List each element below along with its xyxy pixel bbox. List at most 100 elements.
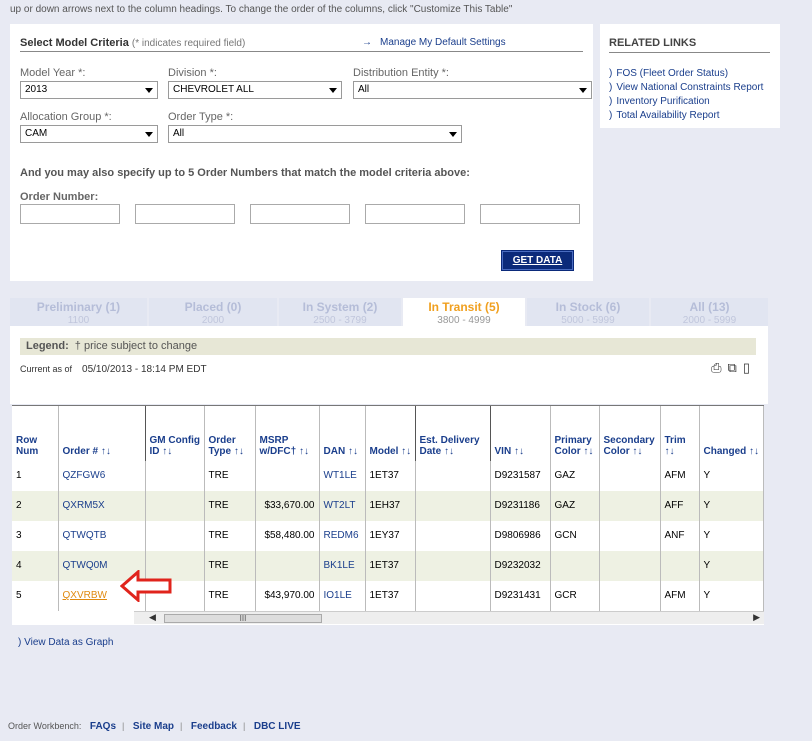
scroll-right-icon[interactable]: ▶ bbox=[753, 612, 760, 623]
cell-dan-link[interactable]: IO1LE bbox=[319, 581, 366, 611]
related-link-availability[interactable]: ) Total Availability Report bbox=[609, 109, 763, 123]
footer-link-faqs[interactable]: FAQs bbox=[90, 721, 116, 732]
scroll-thumb[interactable]: III bbox=[164, 614, 322, 623]
cell-dan-link[interactable]: WT1LE bbox=[319, 461, 366, 491]
cell-dan-link[interactable]: BK1LE bbox=[319, 551, 366, 581]
order-number-input-3[interactable] bbox=[250, 204, 350, 224]
tab-all[interactable]: All (13) 2000 - 5999 bbox=[651, 298, 768, 326]
copy-icon[interactable]: ⧉ bbox=[728, 360, 737, 375]
tab-count: (5) bbox=[485, 300, 500, 314]
cell-secondary-color bbox=[599, 581, 661, 611]
footer-link-feedback[interactable]: Feedback bbox=[191, 721, 237, 732]
cell-msrp bbox=[255, 461, 320, 491]
allocation-value: CAM bbox=[25, 128, 48, 139]
link-text[interactable]: Total Availability Report bbox=[616, 110, 719, 121]
footer: Order Workbench: FAQs | Site Map | Feedbac… bbox=[8, 721, 307, 732]
col-order-num[interactable]: Order # ↑↓ bbox=[58, 406, 146, 461]
col-secondary-color[interactable]: Secondary Color ↑↓ bbox=[599, 406, 661, 461]
footer-link-dbc-live[interactable]: DBC LIVE bbox=[254, 721, 301, 732]
print-icon[interactable]: ⎙ bbox=[711, 360, 721, 375]
col-trim[interactable]: Trim ↑↓ bbox=[660, 406, 700, 461]
dropdown-arrow-icon bbox=[145, 132, 153, 137]
division-select[interactable]: CHEVROLET ALL bbox=[168, 81, 342, 99]
cell-order-link[interactable]: QTWQTB bbox=[58, 521, 146, 551]
tab-label: Placed (0) bbox=[149, 300, 277, 314]
footer-link-site-map[interactable]: Site Map bbox=[133, 721, 174, 732]
order-number-input-4[interactable] bbox=[365, 204, 465, 224]
tab-in-stock[interactable]: In Stock (6) 5000 - 5999 bbox=[527, 298, 649, 326]
table-row: 3 QTWQTB TRE $58,480.00 REDM6 1EY37 D980… bbox=[12, 521, 764, 551]
cell-msrp: $43,970.00 bbox=[255, 581, 320, 611]
col-changed[interactable]: Changed ↑↓ bbox=[699, 406, 764, 461]
col-est-delivery[interactable]: Est. Delivery Date ↑↓ bbox=[415, 406, 491, 461]
cell-model: 1EY37 bbox=[365, 521, 416, 551]
cell-secondary-color bbox=[599, 521, 661, 551]
cell-dan-link[interactable]: WT2LT bbox=[319, 491, 366, 521]
cell-trim: AFM bbox=[660, 461, 700, 491]
tab-name: All bbox=[689, 300, 705, 314]
related-link-fos[interactable]: ) FOS (Fleet Order Status) bbox=[609, 67, 763, 81]
col-msrp[interactable]: MSRP w/DFC† ↑↓ bbox=[255, 406, 320, 461]
order-number-input-1[interactable] bbox=[20, 204, 120, 224]
cell-est-delivery bbox=[415, 551, 491, 581]
tab-range: 3800 - 4999 bbox=[437, 315, 491, 326]
cell-gm-config bbox=[145, 491, 205, 521]
related-link-purification[interactable]: ) Inventory Purification bbox=[609, 95, 763, 109]
tab-range: 2000 bbox=[201, 315, 225, 326]
divider bbox=[20, 51, 583, 52]
cell-order-link[interactable]: QXRM5X bbox=[58, 491, 146, 521]
distribution-label: Distribution Entity *: bbox=[353, 67, 449, 79]
col-row-num[interactable]: Row Num bbox=[12, 406, 59, 461]
tab-preliminary[interactable]: Preliminary (1) 1100 bbox=[10, 298, 147, 326]
allocation-select[interactable]: CAM bbox=[20, 125, 158, 143]
cell-secondary-color bbox=[599, 551, 661, 581]
manage-link-text[interactable]: Manage My Default Settings bbox=[380, 37, 506, 48]
col-model[interactable]: Model ↑↓ bbox=[365, 406, 416, 461]
tab-name: Placed bbox=[184, 300, 224, 314]
col-dan[interactable]: DAN ↑↓ bbox=[319, 406, 366, 461]
pin-icon[interactable]: ▯ bbox=[743, 360, 750, 375]
cell-trim: AFM bbox=[660, 581, 700, 611]
cell-msrp: $58,480.00 bbox=[255, 521, 320, 551]
scroll-left-icon[interactable]: ◀ bbox=[149, 612, 156, 623]
cell-gm-config bbox=[145, 521, 205, 551]
view-data-as-graph-link[interactable]: ) View Data as Graph bbox=[18, 637, 113, 648]
tab-name: In Transit bbox=[428, 300, 482, 314]
legend-text: † price subject to change bbox=[74, 340, 198, 352]
col-vin[interactable]: VIN ↑↓ bbox=[490, 406, 551, 461]
related-links-list: ) FOS (Fleet Order Status) ) View National… bbox=[609, 67, 763, 123]
tab-range: 2000 - 5999 bbox=[682, 315, 737, 326]
horizontal-scrollbar[interactable]: ◀ III ▶ bbox=[134, 611, 764, 624]
cell-primary-color: GCN bbox=[550, 521, 600, 551]
col-primary-color[interactable]: Primary Color ↑↓ bbox=[550, 406, 600, 461]
col-gm-config[interactable]: GM Config ID ↑↓ bbox=[145, 406, 205, 461]
order-number-input-5[interactable] bbox=[480, 204, 580, 224]
link-text[interactable]: View National Constraints Report bbox=[616, 82, 763, 93]
tab-placed[interactable]: Placed (0) 2000 bbox=[149, 298, 277, 326]
tab-in-transit[interactable]: In Transit (5) 3800 - 4999 bbox=[403, 298, 525, 326]
order-number-input-2[interactable] bbox=[135, 204, 235, 224]
cell-model: 1ET37 bbox=[365, 461, 416, 491]
cell-est-delivery bbox=[415, 581, 491, 611]
order-type-value: All bbox=[173, 128, 185, 139]
order-type-select[interactable]: All bbox=[168, 125, 462, 143]
cell-dan-link[interactable]: REDM6 bbox=[319, 521, 366, 551]
cell-order-link[interactable]: QZFGW6 bbox=[58, 461, 146, 491]
manage-defaults-link[interactable]: → Manage My Default Settings bbox=[362, 37, 506, 48]
cell-row-num: 4 bbox=[12, 551, 59, 581]
related-link-constraints[interactable]: ) View National Constraints Report bbox=[609, 81, 763, 95]
cell-row-num: 1 bbox=[12, 461, 59, 491]
cell-trim: AFF bbox=[660, 491, 700, 521]
tab-name: In System bbox=[302, 300, 360, 314]
tab-count: (1) bbox=[105, 300, 121, 314]
tab-range: 5000 - 5999 bbox=[561, 315, 615, 326]
tab-in-system[interactable]: In System (2) 2500 - 3799 bbox=[279, 298, 401, 326]
link-text[interactable]: Inventory Purification bbox=[616, 96, 709, 107]
col-order-type[interactable]: Order Type ↑↓ bbox=[204, 406, 256, 461]
bullet-icon: ) bbox=[609, 96, 613, 107]
model-year-select[interactable]: 2013 bbox=[20, 81, 158, 99]
cell-row-num: 3 bbox=[12, 521, 59, 551]
get-data-button[interactable]: GET DATA bbox=[501, 250, 574, 271]
link-text[interactable]: FOS (Fleet Order Status) bbox=[616, 68, 728, 79]
distribution-select[interactable]: All bbox=[353, 81, 592, 99]
